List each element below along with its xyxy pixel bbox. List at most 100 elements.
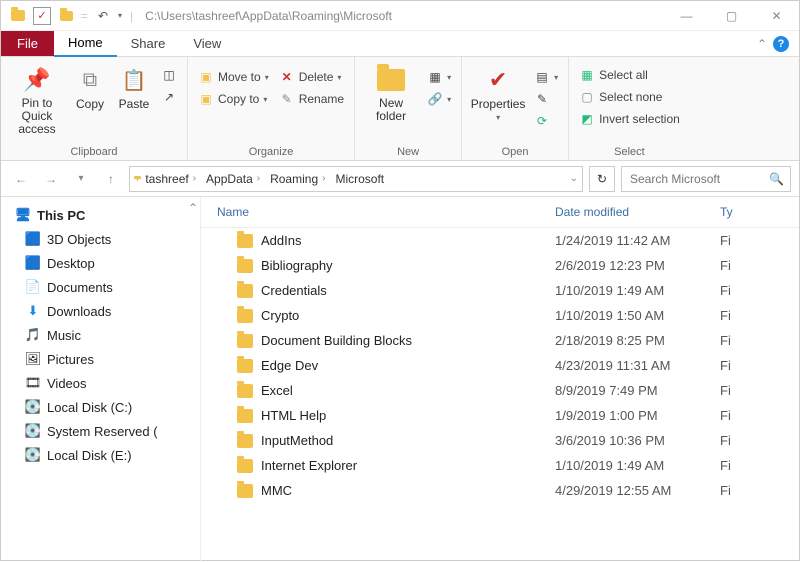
paste-label: Paste (119, 97, 150, 111)
sidebar-item[interactable]: ⬇Downloads (1, 299, 200, 323)
search-icon[interactable]: 🔍 (769, 172, 784, 186)
file-name: Bibliography (261, 258, 333, 273)
table-row[interactable]: MMC4/29/2019 12:55 AMFi (201, 478, 799, 503)
table-row[interactable]: Edge Dev4/23/2019 11:31 AMFi (201, 353, 799, 378)
table-row[interactable]: Document Building Blocks2/18/2019 8:25 P… (201, 328, 799, 353)
table-row[interactable]: Credentials1/10/2019 1:49 AMFi (201, 278, 799, 303)
sidebar-item[interactable]: 💽System Reserved ( (1, 419, 200, 443)
sidebar-item[interactable]: 🖼Pictures (1, 347, 200, 371)
sidebar-item[interactable]: 💽Local Disk (C:) (1, 395, 200, 419)
pc-icon: 🖥 (15, 207, 31, 223)
move-to-button[interactable]: ▣ Move to ▾ (194, 67, 273, 87)
crumb-label: AppData (206, 172, 253, 186)
folder-icon (237, 484, 253, 498)
history-button[interactable]: ⟳ (530, 111, 562, 131)
address-dropdown-icon[interactable]: ⌄ (570, 173, 578, 184)
rename-button[interactable]: ✎ Rename (275, 89, 348, 109)
invert-selection-button[interactable]: ◩ Invert selection (575, 109, 684, 129)
table-row[interactable]: AddIns1/24/2019 11:42 AMFi (201, 228, 799, 253)
scroll-up-icon[interactable]: ⌃ (188, 201, 198, 215)
chevron-right-icon[interactable]: › (136, 173, 139, 184)
recent-locations-button[interactable]: ▾ (69, 167, 93, 191)
undo-icon[interactable]: ↶ (94, 7, 112, 25)
folder-small-icon[interactable] (57, 7, 75, 25)
disk-icon: 💽 (25, 423, 41, 439)
column-date[interactable]: Date modified (551, 197, 716, 227)
tab-home[interactable]: Home (54, 30, 117, 57)
sidebar-item[interactable]: 💽Local Disk (E:) (1, 443, 200, 467)
checkbox-icon[interactable]: ✓ (33, 7, 51, 25)
crumb-1[interactable]: AppData › (202, 172, 264, 186)
properties-button[interactable]: ✔ Properties ▾ (468, 61, 528, 126)
collapse-ribbon-icon[interactable]: ⌃ (757, 37, 767, 51)
open-button[interactable]: ▤▾ (530, 67, 562, 87)
search-box[interactable]: 🔍 (621, 166, 791, 192)
search-input[interactable] (628, 171, 748, 187)
group-clipboard-title: Clipboard (70, 144, 117, 158)
up-button[interactable]: ↑ (99, 167, 123, 191)
select-all-button[interactable]: ▦ Select all (575, 65, 684, 85)
cell-date: 1/10/2019 1:49 AM (551, 458, 716, 473)
table-row[interactable]: InputMethod3/6/2019 10:36 PMFi (201, 428, 799, 453)
tab-view[interactable]: View (179, 31, 235, 56)
sidebar-item[interactable]: 🟦Desktop (1, 251, 200, 275)
cell-name: Edge Dev (201, 358, 551, 373)
chevron-right-icon[interactable]: › (257, 173, 260, 184)
chevron-right-icon[interactable]: › (322, 173, 325, 184)
table-row[interactable]: Internet Explorer1/10/2019 1:49 AMFi (201, 453, 799, 478)
tab-share[interactable]: Share (117, 31, 180, 56)
table-row[interactable]: Bibliography2/6/2019 12:23 PMFi (201, 253, 799, 278)
pic-icon: 🖼 (25, 351, 41, 367)
copyto-label: Copy to (218, 92, 259, 106)
close-button[interactable]: ✕ (754, 1, 799, 31)
crumb-3[interactable]: Microsoft (331, 172, 388, 186)
table-row[interactable]: Excel8/9/2019 7:49 PMFi (201, 378, 799, 403)
ribbon-tabs: File Home Share View ⌃ ? (1, 31, 799, 57)
sidebar-item[interactable]: 📄Documents (1, 275, 200, 299)
copy-path-button[interactable]: ◫ (157, 65, 181, 85)
paste-button[interactable]: 📋 Paste (113, 61, 155, 115)
help-icon[interactable]: ? (773, 36, 789, 52)
back-button[interactable]: ← (9, 167, 33, 191)
cell-date: 1/9/2019 1:00 PM (551, 408, 716, 423)
new-folder-button[interactable]: New folder (361, 61, 421, 127)
table-row[interactable]: HTML Help1/9/2019 1:00 PMFi (201, 403, 799, 428)
new-item-button[interactable]: ▦▾ (423, 67, 455, 87)
qat-separator: = (81, 9, 88, 23)
refresh-button[interactable]: ↻ (589, 166, 615, 192)
edit-button[interactable]: ✎ (530, 89, 562, 109)
copyto-icon: ▣ (198, 91, 214, 107)
address-bar[interactable]: › tashreef› AppData› Roaming› Microsoft … (129, 166, 583, 192)
group-organize-title: Organize (249, 144, 294, 158)
pin-to-quick-access-button[interactable]: 📌 Pin to Quick access (7, 61, 67, 141)
column-type[interactable]: Ty (716, 197, 756, 227)
cell-date: 2/18/2019 8:25 PM (551, 333, 716, 348)
column-name[interactable]: Name (201, 197, 551, 227)
sidebar-item[interactable]: 🟦3D Objects (1, 227, 200, 251)
group-new-title: New (397, 144, 419, 158)
sidebar-item[interactable]: 🎞Videos (1, 371, 200, 395)
easy-access-button[interactable]: 🔗▾ (423, 89, 455, 109)
group-open: ✔ Properties ▾ ▤▾ ✎ ⟳ Open (462, 57, 569, 160)
sidebar-header-this-pc[interactable]: 🖥 This PC (1, 203, 200, 227)
group-open-title: Open (502, 144, 529, 158)
cell-date: 4/29/2019 12:55 AM (551, 483, 716, 498)
maximize-button[interactable]: ▢ (709, 1, 754, 31)
minimize-button[interactable]: — (664, 1, 709, 31)
select-none-button[interactable]: ▢ Select none (575, 87, 684, 107)
tab-file[interactable]: File (1, 31, 54, 56)
shortcut-icon: ↗ (161, 89, 177, 105)
sidebar-item[interactable]: 🎵Music (1, 323, 200, 347)
forward-button[interactable]: → (39, 167, 63, 191)
copy-to-button[interactable]: ▣ Copy to ▾ (194, 89, 273, 109)
qat-dropdown-icon[interactable]: ▾ (118, 11, 122, 20)
crumb-0[interactable]: tashreef› (141, 172, 200, 186)
group-new: New folder ▦▾ 🔗▾ New (355, 57, 462, 160)
table-row[interactable]: Crypto1/10/2019 1:50 AMFi (201, 303, 799, 328)
open-icon: ▤ (534, 69, 550, 85)
delete-button[interactable]: ✕ Delete ▾ (275, 67, 348, 87)
paste-shortcut-button[interactable]: ↗ (157, 87, 181, 107)
copy-button[interactable]: ⧉ Copy (69, 61, 111, 115)
crumb-2[interactable]: Roaming› (266, 172, 329, 186)
chevron-right-icon[interactable]: › (193, 173, 196, 184)
